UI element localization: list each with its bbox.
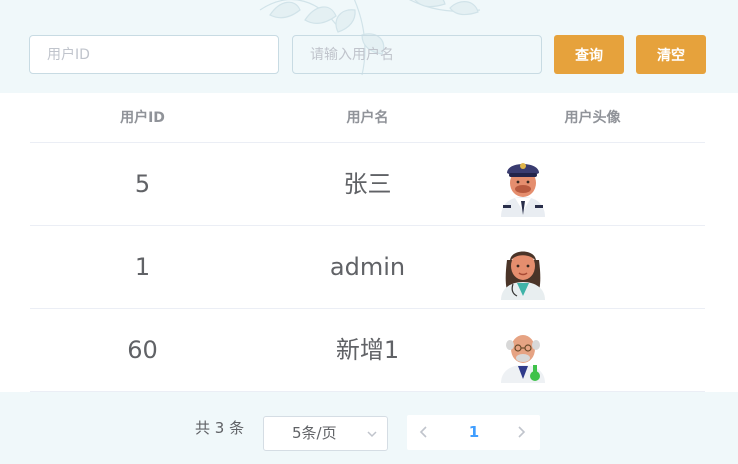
username-input[interactable] — [292, 35, 542, 74]
table-row[interactable]: 1 admin — [30, 226, 705, 309]
cell-username: 新增1 — [335, 336, 400, 364]
header-user-id[interactable]: 用户ID — [30, 93, 255, 143]
pilot-avatar-icon — [501, 163, 545, 217]
table-header: 用户ID 用户名 用户头像 — [30, 93, 705, 143]
scientist-avatar-icon — [501, 335, 545, 383]
pager-buttons: 1 — [407, 415, 540, 450]
user-table: 用户ID 用户名 用户头像 5 张三 1 admin 60 新增1 — [0, 93, 738, 392]
page-size-select[interactable]: 5条/页 — [263, 416, 388, 451]
cell-user-id: 60 — [127, 336, 158, 364]
table-row[interactable]: 60 新增1 — [30, 309, 705, 392]
user-id-input[interactable] — [29, 35, 279, 74]
header-avatar[interactable]: 用户头像 — [480, 93, 705, 143]
header-username[interactable]: 用户名 — [255, 93, 480, 143]
page-number-current[interactable]: 1 — [459, 415, 489, 450]
query-button[interactable]: 查询 — [554, 35, 624, 74]
cell-username: admin — [329, 253, 406, 281]
total-count: 共 3 条 — [195, 419, 245, 437]
clear-button[interactable]: 清空 — [636, 35, 706, 74]
cell-user-id: 5 — [134, 170, 151, 198]
chevron-left-icon[interactable] — [417, 425, 431, 439]
cell-user-id: 1 — [134, 253, 151, 281]
chevron-down-icon — [367, 431, 377, 438]
chevron-right-icon[interactable] — [514, 425, 528, 439]
search-bar: 查询 清空 — [0, 0, 738, 93]
doctor-avatar-icon — [501, 251, 545, 300]
page-size-value: 5条/页 — [292, 424, 337, 442]
cell-username: 张三 — [343, 170, 392, 198]
table-row[interactable]: 5 张三 — [30, 143, 705, 226]
